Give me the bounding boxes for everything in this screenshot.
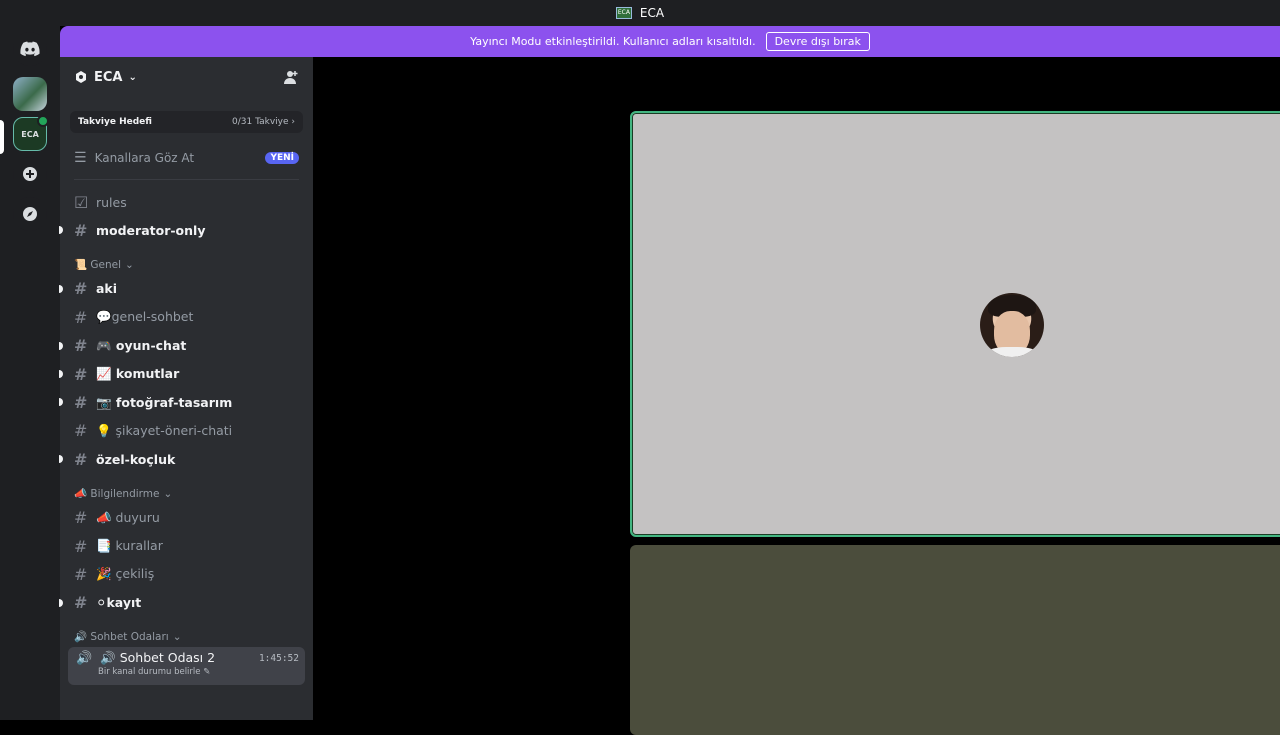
boost-label: Takviye Hedefi (78, 117, 152, 127)
channel-oyun-chat[interactable]: # 🎮 oyun-chat (59, 332, 313, 360)
chevron-down-icon: ⌄ (163, 487, 173, 500)
hash-icon: # (74, 336, 88, 356)
set-channel-status[interactable]: Bir kanal durumu belirle ✎ (98, 667, 297, 677)
server-header[interactable]: ECA ⌄ (60, 57, 313, 97)
explore-icon[interactable] (13, 197, 47, 231)
hash-icon: # (74, 221, 88, 241)
channel-cekilis[interactable]: # 🎉 çekiliş (60, 560, 313, 588)
server-mini-icon: ECA (615, 7, 632, 19)
chevron-down-icon: ⌄ (128, 71, 137, 83)
channel-fotograf-tasarim[interactable]: # 📷 fotoğraf-tasarım (59, 388, 313, 416)
hash-icon: # (74, 593, 88, 613)
video-tile-active[interactable] (630, 111, 1280, 537)
channel-sidebar: ECA ⌄ Takviye Hedefi 0/31 Takviye › ☰ Ka… (59, 57, 313, 720)
voice-elapsed-time: 1:45:52 (258, 653, 299, 665)
channel-komutlar[interactable]: # 📈 komutlar (59, 360, 313, 388)
channel-sikayet-oneri[interactable]: # 💡 şikayet-öneri-chati (60, 417, 313, 445)
hash-icon: # (74, 364, 88, 384)
server-icon-eca[interactable]: ECA (13, 115, 49, 151)
channel-duyuru[interactable]: # 📣 duyuru (60, 504, 313, 532)
avatar-shirt (984, 347, 1040, 357)
hash-icon: # (74, 508, 88, 528)
hash-icon: # (74, 564, 88, 584)
voice-channel-name: 🔊 Sohbet Odası 2 (100, 650, 216, 666)
hash-icon: # (74, 307, 88, 327)
hash-icon: # (74, 421, 88, 441)
voice-active-badge (37, 115, 49, 127)
hash-icon: # (74, 536, 88, 556)
channel-kayit[interactable]: # ⚪kayıt (59, 589, 313, 617)
boost-goal[interactable]: Takviye Hedefi 0/31 Takviye › (70, 111, 303, 133)
community-icon (76, 71, 86, 83)
streamer-mode-banner: Yayıncı Modu etkinleştirildi. Kullanıcı … (60, 26, 1280, 57)
browse-list-icon: ☰ (74, 150, 87, 166)
category-sohbet-odalari[interactable]: 🔊 Sohbet Odaları ⌄ (60, 617, 313, 647)
hash-icon: # (74, 279, 88, 299)
speaker-active-icon: 🔊 (76, 650, 93, 666)
browse-label: Kanallara Göz At (94, 151, 195, 165)
voice-channel-sohbet-odasi-2[interactable]: 🔊 🔊 Sohbet Odası 2 1:45:52 Bir kanal dur… (68, 647, 305, 686)
rules-icon: ☑ (74, 192, 89, 212)
category-genel[interactable]: 📜 Genel ⌄ (60, 245, 313, 275)
channel-ozel-kocluk[interactable]: # özel-koçluk (59, 445, 313, 473)
category-bilgilendirme[interactable]: 📣 Bilgilendirme ⌄ (60, 474, 313, 504)
boost-progress: 0/31 Takviye (232, 117, 289, 127)
video-tile-secondary[interactable] (630, 545, 1280, 735)
title-bar: ECA ECA (0, 0, 1280, 26)
add-server-icon[interactable] (13, 157, 47, 191)
window-title: ECA (639, 6, 665, 20)
selected-indicator (0, 120, 4, 154)
server-name: ECA (94, 69, 123, 85)
discord-home-icon[interactable] (13, 32, 47, 66)
server-icon-1[interactable] (13, 77, 47, 111)
divider (74, 179, 299, 180)
user-avatar (980, 293, 1044, 357)
channel-genel-sohbet[interactable]: # 💬genel-sohbet (60, 303, 313, 331)
add-member-icon[interactable] (283, 69, 299, 85)
hash-icon: # (74, 449, 88, 469)
disable-streamer-mode-button[interactable]: Devre dışı bırak (765, 32, 870, 51)
hash-icon: # (74, 393, 88, 413)
chevron-down-icon: ⌄ (172, 631, 182, 644)
banner-message: Yayıncı Modu etkinleştirildi. Kullanıcı … (470, 35, 756, 48)
chevron-down-icon: ⌄ (125, 258, 134, 271)
channel-rules[interactable]: ☑ rules (60, 188, 313, 216)
channel-aki[interactable]: # aki (59, 275, 313, 303)
browse-channels[interactable]: ☰ Kanallara Göz At YENİ (60, 143, 313, 173)
channel-moderator-only[interactable]: # moderator-only (59, 216, 313, 244)
chevron-right-icon: › (291, 117, 295, 127)
guild-bar: ECA (0, 26, 60, 720)
new-badge: YENİ (265, 152, 299, 164)
channel-kurallar[interactable]: # 📑 kurallar (60, 532, 313, 560)
